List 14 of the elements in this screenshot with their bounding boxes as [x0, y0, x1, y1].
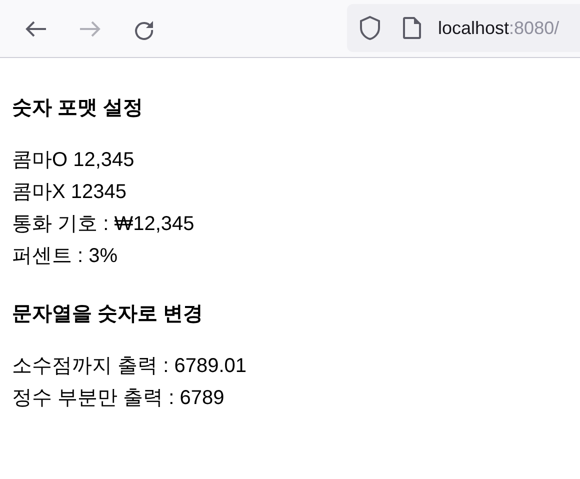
- page-icon: [402, 16, 422, 40]
- section-heading: 문자열을 숫자로 변경: [12, 302, 204, 327]
- url-text: localhost:8080/: [438, 16, 560, 40]
- result-line: 콤마O 12,345: [12, 148, 134, 173]
- result-line: 콤마X 12345: [12, 180, 127, 205]
- result-line: 통화 기호 : ₩12,345: [12, 212, 194, 237]
- address-bar[interactable]: localhost:8080/: [347, 4, 580, 52]
- shield-icon: [358, 15, 382, 41]
- result-line: 퍼센트 : 3%: [12, 244, 118, 269]
- result-line: 정수 부분만 출력 : 6789: [12, 386, 224, 411]
- result-line: 소수점까지 출력 : 6789.01: [12, 354, 247, 379]
- forward-arrow-icon: [79, 20, 101, 38]
- back-arrow-icon: [25, 20, 47, 38]
- section-heading: 숫자 포맷 설정: [12, 96, 144, 121]
